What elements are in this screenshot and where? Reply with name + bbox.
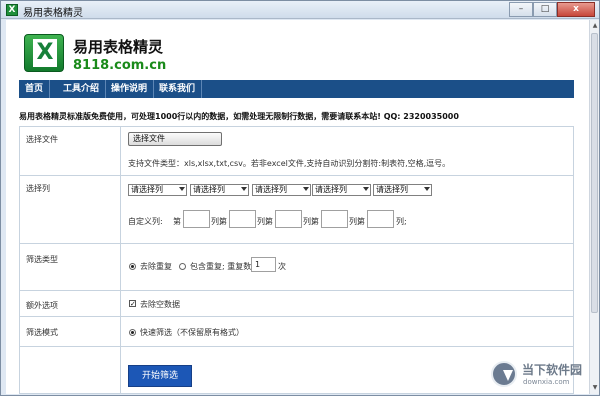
file-label-cell: 选择文件 xyxy=(20,127,121,175)
custom-column-label: 自定义列: xyxy=(128,217,163,226)
minimize-button[interactable]: – xyxy=(509,2,533,17)
vertical-scrollbar[interactable]: ▲ ▼ xyxy=(589,20,599,394)
watermark: 当下软件园 downxia.com xyxy=(489,359,589,393)
site-domain: 8118.com.cn xyxy=(73,58,167,73)
include-duplicates-radio[interactable] xyxy=(179,263,186,270)
window-controls: – □ x xyxy=(509,2,595,17)
column-select-5-value: 请选择列 xyxy=(376,185,408,194)
nav-bar: 首页 工具介绍 操作说明 联系我们 xyxy=(19,80,574,98)
custom-column-input-1[interactable] xyxy=(183,210,210,228)
filter-type-label: 筛选类型 xyxy=(26,255,58,264)
column-select-5[interactable]: 请选择列 xyxy=(373,184,432,196)
arrow-down-icon xyxy=(503,370,513,381)
column-select-2-value: 请选择列 xyxy=(193,185,225,194)
chevron-down-icon xyxy=(424,187,430,191)
column-select-3-value: 请选择列 xyxy=(255,185,287,194)
scroll-up-icon[interactable]: ▲ xyxy=(590,20,600,32)
app-window: X 易用表格精灵 – □ x X 易用表格精灵 8118.com.cn 首页 工… xyxy=(0,0,600,396)
column-select-4[interactable]: 请选择列 xyxy=(312,184,371,196)
extra-options-label: 额外选项 xyxy=(26,301,58,310)
site-name: 易用表格精灵 xyxy=(73,38,164,56)
custom-column-input-2[interactable] xyxy=(229,210,256,228)
quick-filter-radio[interactable] xyxy=(129,329,136,336)
filter-type-row: 筛选类型 去除重复 包含重复; 重复数 1 次 xyxy=(20,244,573,291)
custom-column-input-5[interactable] xyxy=(367,210,394,228)
file-type-hint: 支持文件类型：xls,xlsx,txt,csv。若非excel文件,支持自动识别… xyxy=(128,159,451,168)
column-prefix: 第 xyxy=(265,217,273,226)
columns-row: 选择列 请选择列 请选择列 请选择列 请选择列 请选择列 自定义列: 第 列; … xyxy=(20,176,573,244)
nav-item-tools[interactable]: 工具介绍 xyxy=(57,80,107,98)
download-arrow-icon xyxy=(491,361,517,387)
remove-empty-label: 去除空数据 xyxy=(140,300,180,309)
title-bar[interactable]: X 易用表格精灵 – □ x xyxy=(1,1,599,19)
start-label-cell xyxy=(20,347,121,393)
column-select-2[interactable]: 请选择列 xyxy=(190,184,249,196)
column-select-3[interactable]: 请选择列 xyxy=(252,184,311,196)
close-button[interactable]: x xyxy=(557,2,595,17)
column-prefix: 第 xyxy=(311,217,319,226)
chevron-down-icon xyxy=(303,187,309,191)
custom-column-input-4[interactable] xyxy=(321,210,348,228)
remove-duplicates-radio[interactable] xyxy=(129,263,136,270)
include-duplicates-label: 包含重复; 重复数 xyxy=(190,262,252,271)
remove-duplicates-label: 去除重复 xyxy=(140,262,172,271)
column-select-1[interactable]: 请选择列 xyxy=(128,184,187,196)
maximize-button[interactable]: □ xyxy=(533,2,557,17)
nav-item-contact[interactable]: 联系我们 xyxy=(153,80,203,98)
chevron-down-icon xyxy=(179,187,185,191)
custom-column-input-3[interactable] xyxy=(275,210,302,228)
repeat-unit: 次 xyxy=(278,262,286,271)
excel-logo-icon: X xyxy=(24,34,64,72)
filter-mode-label-cell: 筛选模式 xyxy=(20,317,121,346)
columns-label: 选择列 xyxy=(26,184,50,193)
file-label: 选择文件 xyxy=(26,135,58,144)
filter-mode-row: 筛选模式 快速筛选（不保留原有格式） xyxy=(20,317,573,347)
chevron-down-icon xyxy=(241,187,247,191)
nav-item-instructions[interactable]: 操作说明 xyxy=(105,80,155,98)
filter-mode-label: 筛选模式 xyxy=(26,328,58,337)
column-suffix-last: 列; xyxy=(396,217,407,226)
watermark-name: 当下软件园 xyxy=(522,363,583,377)
window-title: 易用表格精灵 xyxy=(23,8,83,19)
notice-text: 易用表格精灵标准版免费使用，可处理1000行以内的数据，如需处理无限制行数据，需… xyxy=(19,112,459,121)
remove-empty-checkbox[interactable]: ✓ xyxy=(129,300,136,308)
filter-type-label-cell: 筛选类型 xyxy=(20,244,121,290)
extra-options-label-cell: 额外选项 xyxy=(20,291,121,316)
scroll-down-icon[interactable]: ▼ xyxy=(590,382,600,394)
start-filter-button[interactable]: 开始筛选 xyxy=(128,365,192,387)
logo-letter: X xyxy=(33,39,57,67)
column-select-4-value: 请选择列 xyxy=(315,185,347,194)
columns-label-cell: 选择列 xyxy=(20,176,121,243)
nav-item-home[interactable]: 首页 xyxy=(19,80,51,98)
repeat-count-input[interactable]: 1 xyxy=(251,257,276,272)
choose-file-button[interactable]: 选择文件 xyxy=(128,132,222,146)
extra-options-row: 额外选项 ✓ 去除空数据 xyxy=(20,291,573,317)
column-prefix: 第 xyxy=(173,217,181,226)
column-select-1-value: 请选择列 xyxy=(131,185,163,194)
web-content: X 易用表格精灵 8118.com.cn 首页 工具介绍 操作说明 联系我们 易… xyxy=(6,20,589,394)
column-prefix: 第 xyxy=(357,217,365,226)
chevron-down-icon xyxy=(363,187,369,191)
quick-filter-label: 快速筛选（不保留原有格式） xyxy=(140,328,244,337)
watermark-url: downxia.com xyxy=(523,378,570,386)
column-prefix: 第 xyxy=(219,217,227,226)
scrollbar-thumb[interactable] xyxy=(591,33,598,313)
filter-form: 选择文件 选择文件 支持文件类型：xls,xlsx,txt,csv。若非exce… xyxy=(19,126,574,394)
excel-app-icon: X xyxy=(6,4,18,16)
file-row: 选择文件 选择文件 支持文件类型：xls,xlsx,txt,csv。若非exce… xyxy=(20,127,573,176)
